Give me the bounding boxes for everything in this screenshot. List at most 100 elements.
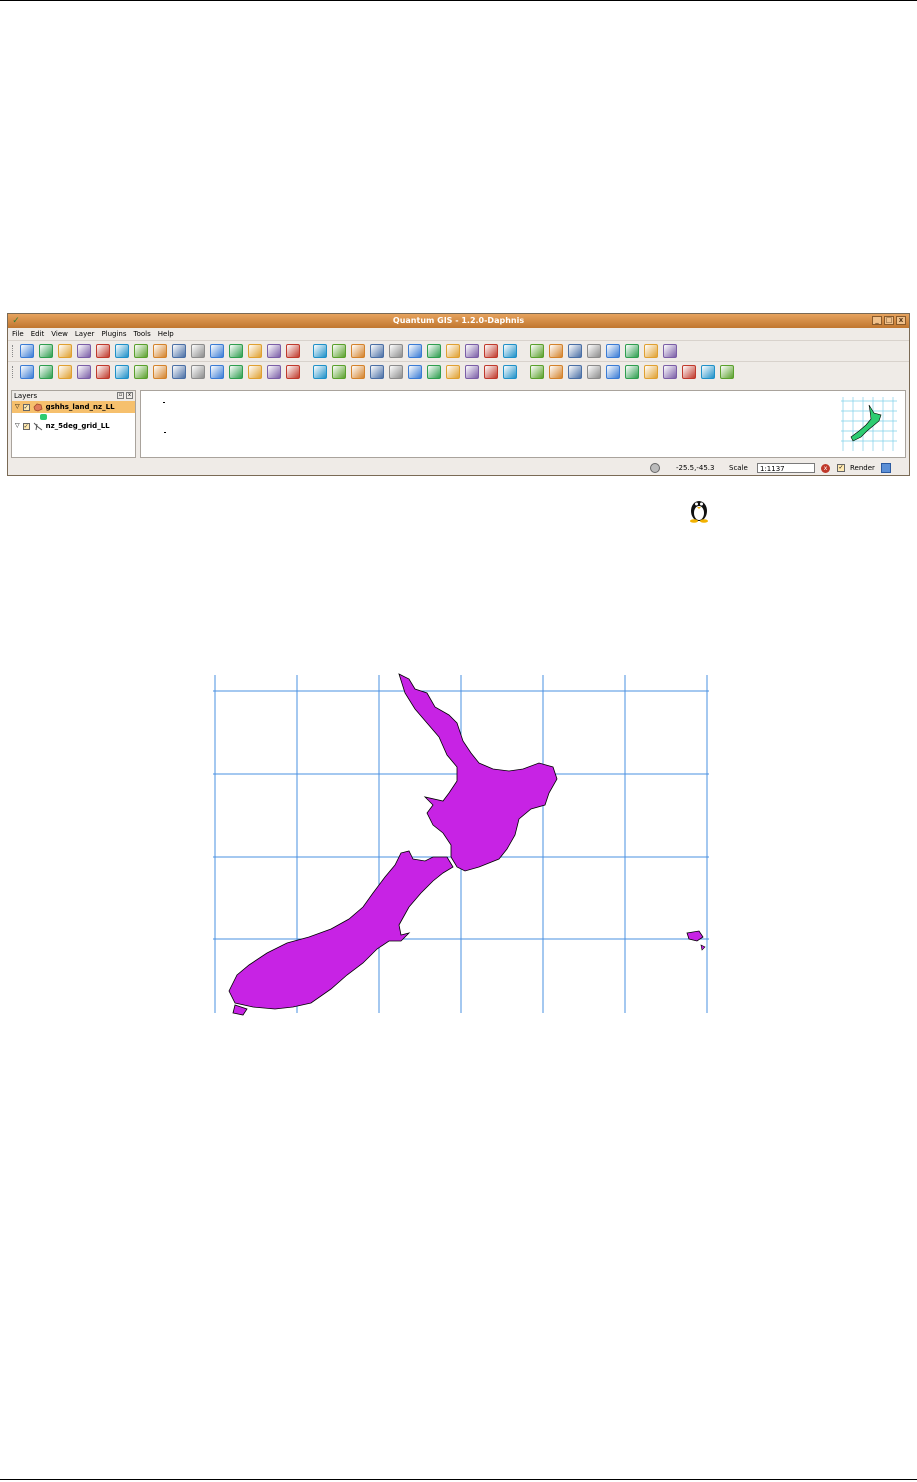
delete-selected-icon[interactable] bbox=[115, 365, 129, 379]
bus-icon[interactable] bbox=[427, 365, 441, 379]
layer-visibility-checkbox[interactable]: ✓ bbox=[22, 403, 30, 411]
toggle-edit-icon[interactable] bbox=[20, 365, 34, 379]
layer-row-gshhs-land[interactable]: ▽ ✓ gshhs_land_nz_LL bbox=[12, 401, 135, 413]
pan-icon[interactable] bbox=[351, 344, 365, 358]
add-postgis-icon[interactable] bbox=[153, 344, 167, 358]
delete-node-icon[interactable] bbox=[96, 365, 110, 379]
coordinate-capture-icon[interactable] bbox=[650, 463, 660, 473]
layer-row-nz-grid[interactable]: ▽ ✓ nz_5deg_grid_LL bbox=[12, 420, 135, 432]
zoom-layer-icon[interactable] bbox=[446, 344, 460, 358]
grass-icon[interactable] bbox=[286, 365, 300, 379]
menu-tools[interactable]: Tools bbox=[134, 328, 151, 340]
save-as-icon[interactable] bbox=[77, 344, 91, 358]
select-icon[interactable] bbox=[549, 344, 563, 358]
add-wms-icon[interactable] bbox=[191, 344, 205, 358]
toolbar-grip[interactable] bbox=[12, 366, 16, 378]
menu-view[interactable]: View bbox=[51, 328, 68, 340]
add-spatialite-icon[interactable] bbox=[172, 344, 186, 358]
import-icon[interactable] bbox=[446, 365, 460, 379]
minimize-button[interactable]: _ bbox=[872, 316, 882, 325]
expand-arrow-icon[interactable]: ▽ bbox=[15, 420, 20, 432]
maximize-button[interactable]: □ bbox=[884, 316, 894, 325]
gps-icon[interactable] bbox=[248, 365, 262, 379]
menu-help[interactable]: Help bbox=[158, 328, 174, 340]
split-icon[interactable] bbox=[587, 365, 601, 379]
zoom-actual-icon[interactable] bbox=[484, 344, 498, 358]
add-ring-icon[interactable] bbox=[644, 365, 658, 379]
zoom-selection-icon[interactable] bbox=[427, 344, 441, 358]
move-feature-icon[interactable] bbox=[39, 365, 53, 379]
reshape-icon[interactable] bbox=[682, 365, 696, 379]
new-vector-icon[interactable] bbox=[248, 344, 262, 358]
show-bookmarks-icon[interactable] bbox=[663, 344, 677, 358]
simplify-icon[interactable] bbox=[701, 365, 715, 379]
graticule-icon[interactable] bbox=[313, 365, 327, 379]
menu-edit[interactable]: Edit bbox=[31, 328, 45, 340]
undo-icon[interactable] bbox=[549, 365, 563, 379]
close-panel-icon[interactable]: x bbox=[126, 392, 133, 399]
merge-icon[interactable] bbox=[606, 365, 620, 379]
bookmark-icon[interactable] bbox=[644, 344, 658, 358]
histogram-icon[interactable] bbox=[332, 365, 346, 379]
north-arrow-icon[interactable] bbox=[210, 365, 224, 379]
measure-icon[interactable] bbox=[587, 344, 601, 358]
zoom-in-icon[interactable] bbox=[370, 344, 384, 358]
zoom-full-icon[interactable] bbox=[408, 344, 422, 358]
pdf-icon[interactable] bbox=[389, 365, 403, 379]
zoom-last-icon[interactable] bbox=[465, 344, 479, 358]
georeferencer-icon[interactable] bbox=[267, 365, 281, 379]
scale-input[interactable]: 1:1137 bbox=[757, 463, 815, 473]
layer-properties-icon[interactable] bbox=[267, 344, 281, 358]
compass-icon[interactable] bbox=[351, 365, 365, 379]
show-all-icon[interactable] bbox=[286, 344, 300, 358]
zoom-in-icon[interactable] bbox=[332, 344, 346, 358]
expand-arrow-icon[interactable]: ▽ bbox=[15, 401, 20, 413]
overview-map[interactable] bbox=[839, 395, 899, 453]
remove-layer-icon[interactable] bbox=[229, 344, 243, 358]
dxf-icon[interactable] bbox=[370, 365, 384, 379]
add-vector-icon[interactable] bbox=[115, 344, 129, 358]
add-island-icon[interactable] bbox=[663, 365, 677, 379]
copyright-icon[interactable] bbox=[191, 365, 205, 379]
node-tool-icon[interactable] bbox=[77, 365, 91, 379]
toolbar-grip[interactable] bbox=[12, 345, 16, 357]
map-tips-icon[interactable] bbox=[625, 344, 639, 358]
offset-icon[interactable] bbox=[720, 365, 734, 379]
print-icon[interactable] bbox=[96, 344, 110, 358]
redo-icon[interactable] bbox=[568, 365, 582, 379]
menu-file[interactable]: File bbox=[12, 328, 24, 340]
measure-area-icon[interactable] bbox=[606, 344, 620, 358]
hide-all-icon[interactable] bbox=[313, 344, 327, 358]
spatial-query-icon[interactable] bbox=[484, 365, 498, 379]
new-project-icon[interactable] bbox=[20, 344, 34, 358]
add-wfs-icon[interactable] bbox=[210, 344, 224, 358]
attribute-table-icon[interactable] bbox=[568, 344, 582, 358]
qgis-window: ✓ Quantum GIS - 1.2.0-Daphnis _ □ x File… bbox=[7, 313, 910, 476]
window-titlebar[interactable]: ✓ Quantum GIS - 1.2.0-Daphnis _ □ x bbox=[8, 314, 909, 328]
menu-plugins[interactable]: Plugins bbox=[101, 328, 126, 340]
cut-icon[interactable] bbox=[134, 365, 148, 379]
refresh-icon[interactable] bbox=[503, 344, 517, 358]
scale-bar-icon[interactable] bbox=[229, 365, 243, 379]
identify-icon[interactable] bbox=[530, 344, 544, 358]
pan-edit-icon[interactable] bbox=[58, 365, 72, 379]
close-button[interactable]: x bbox=[896, 316, 906, 325]
map-canvas[interactable] bbox=[140, 390, 906, 458]
projection-icon[interactable] bbox=[881, 463, 891, 473]
open-project-icon[interactable] bbox=[39, 344, 53, 358]
edit-icon[interactable] bbox=[503, 365, 517, 379]
render-checkbox[interactable]: ✓ bbox=[837, 464, 845, 472]
plugin-icon[interactable] bbox=[465, 365, 479, 379]
float-panel-icon[interactable]: ▫ bbox=[117, 392, 124, 399]
add-raster-icon[interactable] bbox=[134, 344, 148, 358]
digitize-icon[interactable] bbox=[530, 365, 544, 379]
copy-icon[interactable] bbox=[153, 365, 167, 379]
stop-render-icon[interactable]: x bbox=[821, 464, 830, 473]
paste-icon[interactable] bbox=[172, 365, 186, 379]
zoom-out-icon[interactable] bbox=[389, 344, 403, 358]
line-icon[interactable] bbox=[408, 365, 422, 379]
layer-visibility-checkbox[interactable]: ✓ bbox=[22, 422, 30, 430]
save-project-icon[interactable] bbox=[58, 344, 72, 358]
rotate-icon[interactable] bbox=[625, 365, 639, 379]
menu-layer[interactable]: Layer bbox=[75, 328, 95, 340]
